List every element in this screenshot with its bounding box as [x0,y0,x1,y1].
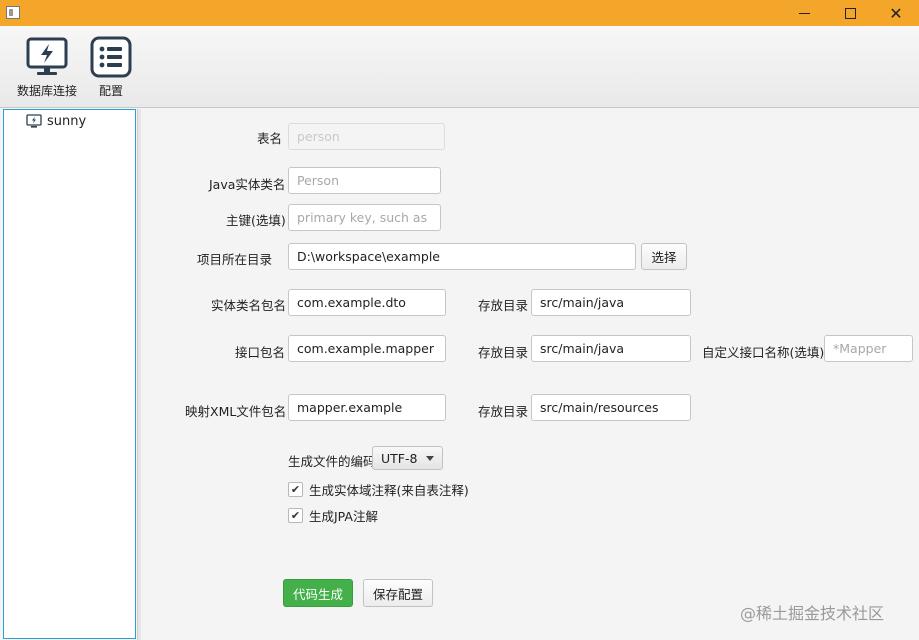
close-button[interactable]: ✕ [873,0,919,26]
xml-dir-label: 存放目录 [478,404,529,419]
title-bar: ✕ [0,0,919,26]
interface-dir-field[interactable] [531,335,691,362]
monitor-lightning-icon [26,37,68,75]
project-dir-label: 项目所在目录 [197,252,273,267]
checkmark-icon: ✔ [288,482,303,497]
xml-package-field[interactable] [288,394,446,421]
choose-dir-button[interactable]: 选择 [641,243,687,270]
maximize-icon [844,7,856,19]
database-connection-icon [26,114,42,128]
db-connect-label: 数据库连接 [16,84,77,98]
minimize-icon [798,12,810,14]
table-name-field [288,123,445,150]
jpa-checkbox-label: 生成JPA注解 [309,509,378,524]
table-name-label: 表名 [257,131,283,146]
jpa-checkbox[interactable]: ✔ 生成JPA注解 [288,506,378,525]
maximize-button[interactable] [827,0,873,26]
toolbar: 数据库连接 配置 [0,26,919,108]
interface-package-field[interactable] [288,335,446,362]
primary-key-field[interactable] [288,204,441,231]
checkmark-icon: ✔ [288,508,303,523]
entity-dir-field[interactable] [531,289,691,316]
close-icon: ✕ [889,3,903,23]
watermark: @稀土掘金技术社区 [740,604,885,623]
entity-package-label: 实体类名包名 [211,298,287,313]
xml-dir-field[interactable] [531,394,691,421]
app-icon [6,6,20,19]
connection-tree[interactable]: sunny [3,109,136,639]
config-button[interactable]: 配置 [88,36,134,99]
custom-interface-label: 自定义接口名称(选填) [702,345,825,360]
interface-package-label: 接口包名 [235,345,286,360]
comment-checkbox[interactable]: ✔ 生成实体域注释(来自表注释) [288,480,469,499]
tree-item-label: sunny [47,114,87,129]
encoding-select[interactable]: UTF-8 [372,446,443,470]
encoding-label: 生成文件的编码 [288,454,376,469]
entity-package-field[interactable] [288,289,446,316]
save-config-button[interactable]: 保存配置 [363,579,433,607]
generator-form: 表名 Java实体类名 主键(选填) 项目所在目录 选择 实体类名包名 存放目录… [141,109,919,640]
entity-class-field[interactable] [288,167,441,194]
config-label: 配置 [98,84,123,98]
generate-code-button[interactable]: 代码生成 [283,579,353,607]
interface-dir-label: 存放目录 [478,345,529,360]
entity-dir-label: 存放目录 [478,298,529,313]
encoding-value: UTF-8 [381,450,418,466]
db-connect-button[interactable]: 数据库连接 [14,36,80,99]
comment-checkbox-label: 生成实体域注释(来自表注释) [309,483,469,498]
primary-key-label: 主键(选填) [226,213,286,228]
list-icon [90,36,132,78]
xml-package-label: 映射XML文件包名 [185,404,287,419]
project-dir-field[interactable] [288,243,636,270]
minimize-button[interactable] [781,0,827,26]
chevron-down-icon [426,456,434,461]
entity-class-label: Java实体类名 [209,177,286,192]
custom-interface-field[interactable] [824,335,913,362]
tree-item-sunny[interactable]: sunny [26,114,86,129]
